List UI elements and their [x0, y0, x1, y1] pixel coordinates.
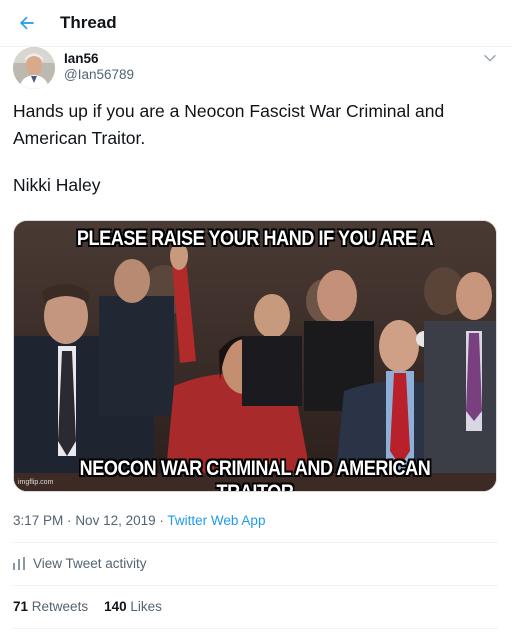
retweets-count: 71	[13, 599, 29, 614]
client-link[interactable]: Twitter Web App	[167, 513, 265, 528]
chevron-down-icon[interactable]	[482, 50, 498, 66]
page-title: Thread	[60, 13, 117, 32]
meme-photo	[14, 221, 496, 491]
thread-header: Thread	[0, 0, 512, 47]
view-activity-button[interactable]: View Tweet activity	[13, 556, 147, 571]
separator: ·	[67, 513, 72, 528]
back-button[interactable]	[14, 10, 40, 36]
tweet-text-line: American Traitor.	[13, 128, 146, 148]
tweet-text-line: Hands up if you are a Neocon Fascist War…	[13, 101, 445, 121]
separator: ·	[159, 513, 164, 528]
activity-label: View Tweet activity	[33, 556, 147, 571]
likes-count: 140	[104, 599, 127, 614]
arrow-left-icon	[20, 16, 34, 30]
avatar[interactable]	[13, 47, 55, 89]
divider	[13, 542, 498, 543]
tweet-date[interactable]: Nov 12, 2019	[75, 513, 155, 528]
likes-stat[interactable]: 140 Likes	[104, 599, 162, 614]
display-name[interactable]: Ian56	[64, 51, 99, 66]
meme-bottom-caption: NEOCON WAR CRIMINAL AND AMERICAN TRAITOR	[79, 457, 431, 491]
image-watermark: imgflip.com	[18, 479, 54, 486]
bar-chart-icon	[13, 557, 25, 570]
retweets-stat[interactable]: 71 Retweets	[13, 599, 88, 614]
retweets-label: Retweets	[31, 599, 89, 614]
divider	[13, 585, 498, 586]
divider	[13, 628, 498, 629]
tweet-text: Hands up if you are a Neocon Fascist War…	[13, 98, 498, 152]
tweet-signature: Nikki Haley	[13, 175, 101, 195]
tweet-time[interactable]: 3:17 PM	[13, 513, 63, 528]
tweet-stats: 71 Retweets 140 Likes	[13, 599, 162, 614]
meme-top-caption: PLEASE RAISE YOUR HAND IF YOU ARE A	[76, 227, 434, 250]
tweet-image[interactable]: PLEASE RAISE YOUR HAND IF YOU ARE A NEOC…	[13, 220, 497, 492]
tweet-meta: 3:17 PM · Nov 12, 2019 · Twitter Web App	[13, 513, 265, 528]
likes-label: Likes	[130, 599, 162, 614]
user-handle[interactable]: @Ian56789	[64, 67, 134, 82]
